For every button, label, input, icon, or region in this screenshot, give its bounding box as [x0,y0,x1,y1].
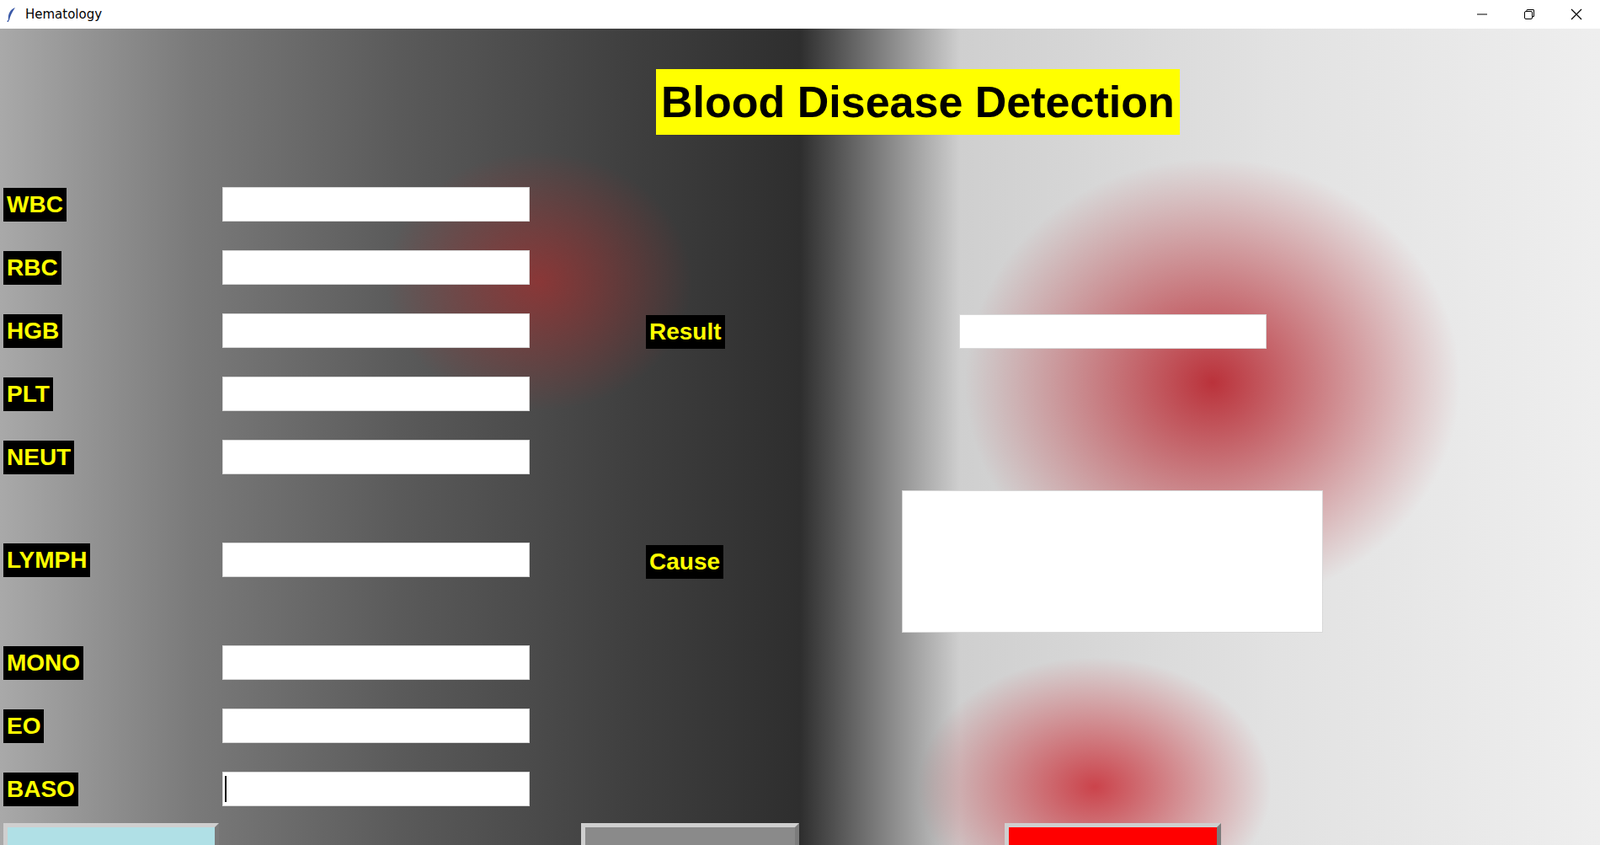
field-input[interactable] [222,186,530,222]
minimize-button[interactable] [1458,0,1506,29]
field-row: HGB [0,313,530,348]
field-label: WBC [3,187,67,222]
middle-button[interactable] [581,822,800,845]
restore-button[interactable] [1505,0,1553,29]
result-label: Result [645,314,726,349]
field-label: BASO [3,772,79,806]
field-list: WBC RBC HGB PLT NEUT LYMPH MONO EO BASO [0,186,530,806]
field-row: PLT [0,376,530,411]
field-row: LYMPH [0,542,530,577]
restore-icon [1523,8,1536,21]
field-row: NEUT [0,439,530,475]
field-input[interactable] [222,439,530,475]
field-row: RBC [0,250,530,285]
title-bar: Hematology [0,0,1600,29]
result-output[interactable] [959,314,1267,349]
field-label: LYMPH [3,543,91,577]
cause-label: Cause [645,544,724,579]
text-caret [224,775,227,802]
close-icon [1570,8,1583,21]
field-label: RBC [3,250,62,285]
field-input[interactable] [222,771,530,806]
right-button[interactable] [1004,822,1222,845]
field-row: WBC [0,186,530,222]
window-title: Hematology [25,6,102,22]
field-input[interactable] [222,645,530,680]
field-label: HGB [3,314,63,348]
close-button[interactable] [1552,0,1600,29]
page-title: Blood Disease Detection [656,69,1180,135]
field-input[interactable] [222,313,530,348]
field-input[interactable] [222,708,530,743]
field-input[interactable] [222,542,530,577]
field-label: NEUT [3,440,75,475]
field-input[interactable] [222,250,530,285]
feather-icon [5,6,19,22]
field-label: EO [3,709,44,743]
field-row: MONO [0,645,530,680]
field-row: EO [0,708,530,743]
field-input[interactable] [222,376,530,411]
minimize-icon [1477,9,1488,20]
content-area: Blood Disease Detection WBC RBC HGB PLT … [0,28,1600,845]
app-window: Hematology Blood Disease Detection WBC R… [0,0,1600,845]
field-label: PLT [3,377,54,411]
left-button[interactable] [3,822,219,845]
output-panel: Result Cause [645,314,1323,806]
cause-output[interactable] [901,490,1323,633]
field-row: BASO [0,771,530,806]
field-label: MONO [3,645,84,680]
